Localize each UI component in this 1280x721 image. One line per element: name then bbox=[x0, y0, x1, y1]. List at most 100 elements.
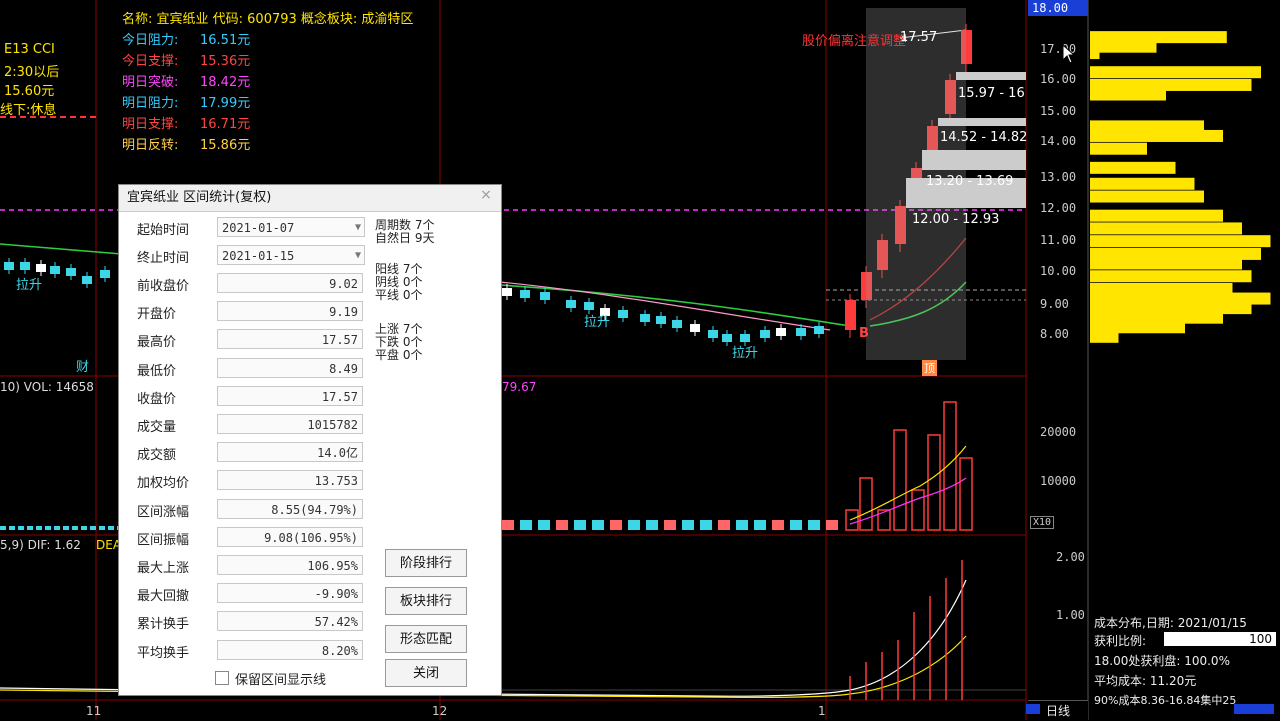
level-row: 今日支撑: 15.36元 bbox=[122, 50, 413, 69]
start-date-picker[interactable]: 2021-01-07 ▼ bbox=[217, 217, 365, 237]
cost-profile-bar bbox=[1090, 88, 1166, 101]
stat-field-label: 前收盘价 bbox=[137, 279, 190, 294]
stat-field-value: 8.55(94.79%) bbox=[217, 498, 363, 519]
pattern-match-button[interactable]: 形态匹配 bbox=[385, 625, 467, 653]
stat-field-label: 最高价 bbox=[137, 335, 177, 351]
stat-field-value: 17.57 bbox=[217, 385, 363, 406]
vol-bar bbox=[72, 526, 78, 530]
stat-field-row: 成交量 1015782 bbox=[137, 414, 485, 436]
vol-bar bbox=[45, 526, 51, 530]
stat-field-label: 平均换手 bbox=[137, 645, 190, 661]
keep-range-checkbox[interactable] bbox=[215, 671, 229, 685]
band-bar bbox=[956, 72, 1026, 80]
stage-ranking-button[interactable]: 阶段排行 bbox=[385, 549, 467, 577]
vol-bar bbox=[54, 526, 60, 530]
stat-field-row: 最低价 8.49 bbox=[137, 357, 485, 380]
stat-field-row: 成交额 14.0亿 bbox=[137, 442, 485, 464]
band-label: 12.00 - 12.93 bbox=[912, 212, 1000, 227]
vol-bar bbox=[859, 477, 873, 531]
dialog-title: 宜宾纸业 区间统计(复权) bbox=[119, 185, 501, 212]
profit-ratio-label: 获利比例: bbox=[1094, 634, 1147, 648]
start-time-label: 起始时间 bbox=[137, 223, 190, 238]
lashen-marker: 拉升 bbox=[16, 278, 43, 293]
cost-profile-bar bbox=[1090, 235, 1271, 248]
price-tick: 8.00 bbox=[1040, 327, 1069, 341]
sector-ranking-button[interactable]: 板块排行 bbox=[385, 587, 467, 615]
chevron-down-icon[interactable]: ▼ bbox=[355, 218, 361, 238]
vol-bar bbox=[927, 434, 941, 531]
profit-ratio-bar: 100 bbox=[1164, 632, 1276, 646]
level-row: 明日支撑: 16.71元 bbox=[122, 113, 413, 132]
vol-bar bbox=[718, 520, 730, 530]
vol-bar bbox=[664, 520, 676, 530]
cost-date-value: 2021/01/15 bbox=[1177, 616, 1247, 630]
vol-bar bbox=[646, 520, 658, 530]
vol-bar bbox=[18, 526, 24, 530]
level-value: 17.99元 bbox=[200, 96, 251, 111]
vol-bar bbox=[90, 526, 96, 530]
macd-tick: 2.00 bbox=[1056, 550, 1085, 564]
stat-field-label: 加权均价 bbox=[137, 476, 190, 492]
vol-bar bbox=[27, 526, 33, 530]
cost-profile-bar bbox=[1090, 190, 1204, 203]
scroll-indicator[interactable] bbox=[1234, 704, 1274, 714]
end-time-row: 终止时间 2021-01-15 ▼ bbox=[137, 245, 485, 267]
price-tick: 9.00 bbox=[1040, 297, 1069, 311]
chevron-down-icon[interactable]: ▼ bbox=[355, 246, 361, 266]
stat-flat: 平线 0个 bbox=[375, 288, 423, 302]
cost-profile-bar bbox=[1090, 257, 1242, 270]
stat-field-row: 收盘价 17.57 bbox=[137, 385, 485, 408]
price-tick: 15.00 bbox=[1040, 104, 1077, 118]
band-label: 15.97 - 16 bbox=[958, 86, 1025, 101]
cost-profile-bar bbox=[1090, 222, 1242, 235]
cost-profile-bar bbox=[1090, 161, 1176, 174]
macd-panel-label: 5,9) DIF: 1.62 bbox=[0, 538, 81, 552]
level-label: 明日突破: bbox=[122, 75, 179, 90]
vol-bar bbox=[63, 526, 69, 530]
level-label: 明日阻力: bbox=[122, 96, 179, 111]
stock-header: 名称: 宜宾纸业 代码: 600793 概念板块: 成渝特区 今日阻力: 16.5… bbox=[122, 8, 413, 153]
stat-field-row: 最高价 17.57 bbox=[137, 329, 485, 351]
month-label: 11 bbox=[86, 704, 102, 718]
vol-bar bbox=[81, 526, 87, 530]
cost-profile-bar bbox=[1090, 209, 1223, 222]
vol-bar bbox=[592, 520, 604, 530]
vol-tick: 20000 bbox=[1040, 425, 1077, 439]
stat-field-value: -9.90% bbox=[217, 583, 363, 604]
cost-profile-bar bbox=[1090, 177, 1195, 190]
profit-at-price: 18.00处获利盘: 100.0% bbox=[1094, 654, 1230, 668]
band-bar bbox=[938, 118, 1026, 126]
macd-tick: 1.00 bbox=[1056, 608, 1085, 622]
stat-natural-days: 自然日 9天 bbox=[375, 231, 435, 245]
candle-stats: 阳线 7个 阴线 0个 平线 0个 bbox=[375, 263, 422, 302]
level-label: 今日支撑: bbox=[122, 54, 179, 69]
stat-field-row: 区间振幅 9.08(106.95%) bbox=[137, 526, 485, 549]
cost-profile-bar bbox=[1090, 270, 1252, 283]
vol-bar bbox=[502, 520, 514, 530]
cost-profile-bar bbox=[1090, 142, 1147, 155]
end-date-picker[interactable]: 2021-01-15 ▼ bbox=[217, 245, 365, 265]
stat-field-value: 57.42% bbox=[217, 611, 363, 632]
scroll-indicator[interactable] bbox=[1026, 704, 1040, 714]
stat-field-value: 9.08(106.95%) bbox=[217, 526, 363, 547]
band-label: 13.20 - 13.69 bbox=[926, 174, 1014, 189]
stat-field-label: 最大回撤 bbox=[137, 589, 190, 605]
level-value: 15.86元 bbox=[200, 138, 251, 153]
level-label: 明日支撑: bbox=[122, 117, 179, 132]
close-icon[interactable]: × bbox=[477, 187, 495, 207]
close-button[interactable]: 关闭 bbox=[385, 659, 467, 687]
stat-field-label: 区间涨幅 bbox=[137, 504, 190, 520]
vol-ma-yellow bbox=[849, 445, 967, 521]
band-label: 14.52 - 14.82 bbox=[940, 130, 1028, 145]
stat-field-value: 8.49 bbox=[217, 357, 363, 378]
stat-field-value: 9.02 bbox=[217, 273, 363, 293]
vol-bar bbox=[538, 520, 550, 530]
stat-field-label: 累计换手 bbox=[137, 617, 190, 633]
level-value: 15.36元 bbox=[200, 54, 251, 69]
month-label: 12 bbox=[432, 704, 448, 718]
vol-bar bbox=[943, 401, 957, 531]
stat-field-value: 1015782 bbox=[217, 414, 363, 434]
vol-bar bbox=[700, 520, 712, 530]
stat-field-label: 成交量 bbox=[137, 420, 177, 435]
stat-field-label: 成交额 bbox=[137, 448, 177, 464]
